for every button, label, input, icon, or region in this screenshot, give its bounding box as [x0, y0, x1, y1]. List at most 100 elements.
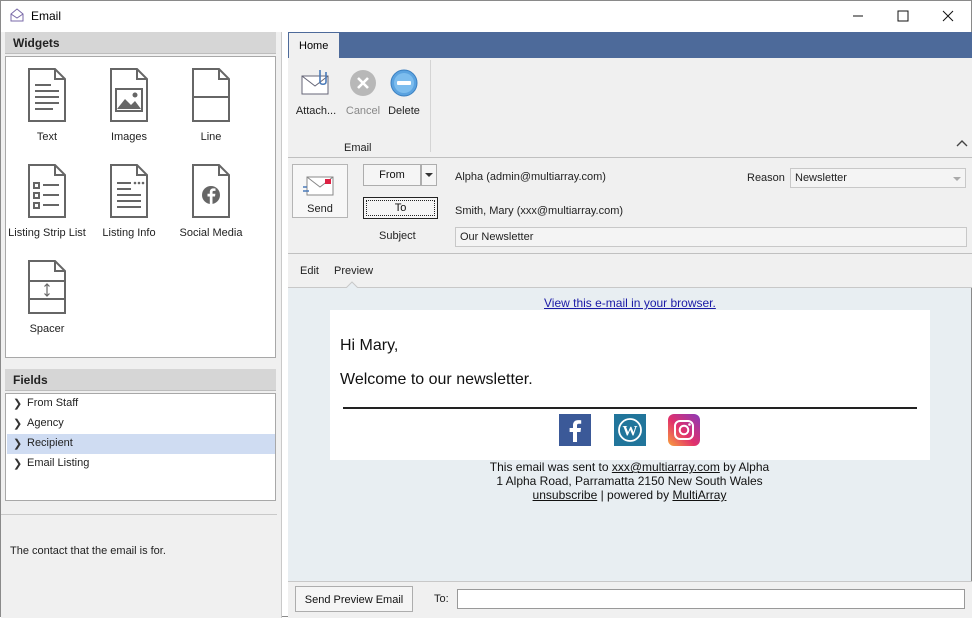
footer-sent-line: This email was sent to xxx@multiarray.co… [288, 460, 971, 474]
send-preview-email-button[interactable]: Send Preview Email [295, 586, 413, 612]
field-label: Recipient [27, 437, 73, 449]
footer-sent-prefix: This email was sent to [489, 460, 612, 474]
title-bar: Email [1, 1, 971, 31]
field-description: The contact that the email is for. [10, 545, 166, 557]
tab-preview[interactable]: Preview [334, 265, 373, 277]
cancel-label: Cancel [345, 105, 381, 117]
delete-minus-icon [390, 69, 418, 97]
powered-by-text: | powered by [597, 488, 673, 502]
cancel-x-icon [350, 70, 376, 96]
delete-button[interactable]: Delete [381, 68, 427, 117]
footer-address: 1 Alpha Road, Parramatta 2150 New South … [496, 474, 763, 488]
maximize-button[interactable] [880, 1, 926, 31]
widget-label: Spacer [29, 323, 65, 335]
group-separator [430, 60, 431, 152]
view-in-browser-link[interactable]: View this e-mail in your browser. [544, 296, 716, 310]
from-value: Alpha (admin@multiarray.com) [455, 171, 606, 183]
widgets-heading: Widgets [5, 32, 276, 54]
footer-email-link[interactable]: xxx@multiarray.com [612, 460, 720, 474]
footer-sent-suffix: by Alpha [719, 460, 770, 474]
ribbon-tab-bar [288, 32, 972, 58]
unsubscribe-link[interactable]: unsubscribe [533, 488, 598, 502]
reason-label: Reason [747, 172, 785, 184]
from-dropdown-button[interactable] [421, 164, 437, 186]
fields-tree: ❯ From Staff ❯ Agency ❯ Recipient ❯ Email Li… [5, 393, 276, 501]
email-app-icon [10, 8, 24, 25]
widget-text[interactable]: Text [6, 57, 88, 151]
text-doc-icon [28, 68, 66, 122]
subject-field[interactable]: Our Newsletter [455, 227, 967, 247]
from-button[interactable]: From [363, 164, 421, 186]
send-envelope-icon [303, 176, 334, 196]
email-greeting: Hi Mary, [340, 337, 399, 354]
chevron-right-icon[interactable]: ❯ [13, 417, 22, 430]
widget-label: Social Media [179, 227, 243, 239]
widget-images[interactable]: Images [88, 57, 170, 151]
widget-label: Listing Info [102, 227, 156, 239]
subject-label: Subject [379, 230, 416, 242]
field-label: Agency [27, 417, 64, 429]
attach-button[interactable]: Attach... [293, 68, 339, 117]
footer-links-line: unsubscribe | powered by MultiArray [288, 488, 971, 502]
line-doc-icon [192, 68, 230, 122]
attach-label: Attach... [295, 105, 337, 117]
send-button[interactable]: Send [292, 164, 348, 218]
tab-home[interactable]: Home [289, 33, 339, 58]
collapse-ribbon-icon[interactable] [956, 136, 968, 150]
delete-label: Delete [388, 105, 420, 117]
field-description-panel: The contact that the email is for. [1, 514, 277, 618]
widget-listing-strip-list[interactable]: Listing Strip List [6, 153, 88, 247]
preview-footer: Send Preview Email To: [288, 581, 972, 618]
window-title: Email [31, 9, 62, 23]
active-tab-indicator [346, 281, 358, 288]
list-doc-icon [28, 164, 66, 218]
reason-select[interactable]: Newsletter [790, 168, 966, 188]
cancel-button[interactable]: Cancel [340, 68, 386, 117]
field-item-agency[interactable]: ❯ Agency [7, 414, 275, 434]
to-value: Smith, Mary (xxx@multiarray.com) [455, 205, 624, 217]
chevron-right-icon[interactable]: ❯ [13, 397, 22, 410]
attach-envelope-icon [301, 70, 329, 95]
minimize-button[interactable] [835, 1, 881, 31]
wordpress-icon[interactable]: W [614, 414, 646, 449]
widget-label: Line [200, 131, 222, 143]
email-window: Email Widgets Text Images Line Listing S… [0, 0, 972, 618]
email-content-card: Hi Mary, Welcome to our newsletter. W [330, 310, 930, 460]
social-doc-icon [192, 164, 230, 218]
tab-edit[interactable]: Edit [300, 265, 319, 277]
chevron-right-icon[interactable]: ❯ [13, 457, 22, 470]
close-button[interactable] [925, 1, 971, 31]
spacer-doc-icon [28, 260, 66, 314]
widget-spacer[interactable]: Spacer [6, 249, 88, 343]
to-button[interactable]: To [363, 197, 438, 219]
field-item-recipient[interactable]: ❯ Recipient [7, 434, 275, 454]
widgets-panel: Text Images Line Listing Strip List List… [5, 56, 276, 358]
divider-line [343, 407, 917, 409]
ribbon-group-label: Email [344, 142, 372, 154]
widget-label: Images [110, 131, 148, 143]
field-item-email-listing[interactable]: ❯ Email Listing [7, 454, 275, 474]
widget-line[interactable]: Line [170, 57, 252, 151]
preview-to-label: To: [434, 593, 449, 605]
preview-to-input[interactable] [457, 589, 965, 609]
email-header: Send From To Subject Alpha (admin@multia… [288, 158, 972, 254]
email-body: Welcome to our newsletter. [340, 371, 533, 388]
facebook-icon[interactable] [559, 414, 591, 449]
reason-value: Newsletter [795, 172, 847, 184]
widget-listing-info[interactable]: Listing Info [88, 153, 170, 247]
send-label: Send [307, 203, 333, 215]
chevron-right-icon[interactable]: ❯ [13, 437, 22, 450]
info-doc-icon [110, 164, 148, 218]
widget-label: Text [36, 131, 58, 143]
widget-social-media[interactable]: Social Media [170, 153, 252, 247]
multiarray-link[interactable]: MultiArray [672, 488, 726, 502]
email-footer: This email was sent to xxx@multiarray.co… [288, 460, 971, 502]
field-label: Email Listing [27, 457, 90, 469]
field-item-from-staff[interactable]: ❯ From Staff [7, 394, 275, 414]
widget-label: Listing Strip List [8, 227, 86, 239]
chevron-down-icon [953, 177, 961, 181]
image-doc-icon [110, 68, 148, 122]
left-pane: Widgets Text Images Line Listing Strip L… [1, 32, 282, 618]
instagram-icon[interactable] [668, 414, 700, 449]
email-preview: View this e-mail in your browser. Hi Mar… [288, 288, 971, 581]
